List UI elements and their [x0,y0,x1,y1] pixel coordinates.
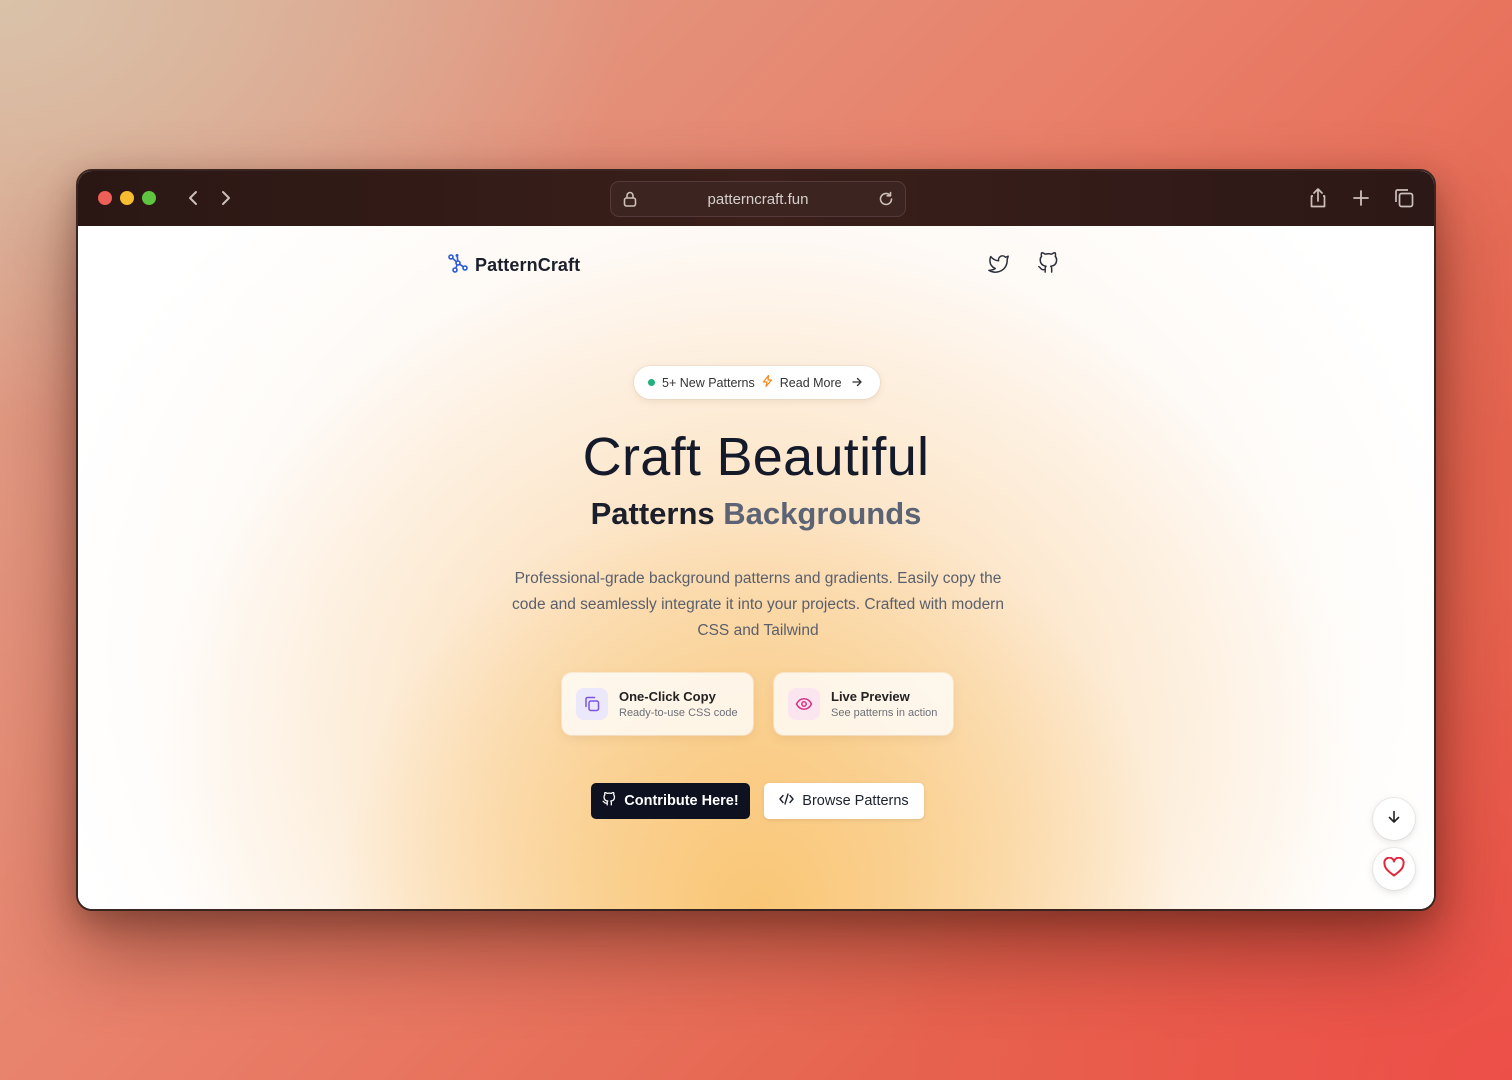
forward-icon[interactable] [214,186,238,210]
lightning-icon [762,374,773,390]
address-bar[interactable]: patterncraft.fun [610,181,906,217]
contribute-button-label: Contribute Here! [624,793,739,809]
hero-title: Craft Beautiful [582,427,930,487]
browse-button-label: Browse Patterns [802,793,909,809]
new-tab-icon[interactable] [1349,186,1373,210]
hero-subtitle-main: Patterns [590,496,715,531]
logo-text: PatternCraft [475,255,581,275]
arrow-down-icon [1387,810,1401,829]
feature-title: Live Preview [831,689,910,704]
github-icon [602,791,616,810]
badge-new-text: 5+ New Patterns [662,375,755,390]
scroll-down-button[interactable] [1373,798,1415,840]
read-more-link[interactable]: Read More [780,376,842,390]
reload-icon[interactable] [877,190,895,212]
hero-description: Professional-grade background patterns a… [512,570,1004,639]
feature-subtitle: Ready-to-use CSS code [619,707,738,719]
contribute-button[interactable]: Contribute Here! [591,783,750,819]
status-dot [648,379,655,386]
twitter-icon[interactable] [988,252,1010,274]
minimize-window-button[interactable] [120,191,134,205]
lock-icon [621,190,639,212]
feature-card-preview: Live Preview See patterns in action [774,673,953,735]
close-window-button[interactable] [98,191,112,205]
browse-patterns-button[interactable]: Browse Patterns [764,783,924,819]
feature-title: One-Click Copy [619,689,716,704]
browser-window: patterncraft.fun PatternCraft 5+ New Pat… [76,169,1436,911]
tab-overview-icon[interactable] [1392,186,1416,210]
code-icon [779,793,794,809]
site-logo[interactable]: PatternCraft [448,253,580,278]
feature-subtitle: See patterns in action [831,707,938,719]
url-text: patterncraft.fun [707,190,809,208]
share-icon[interactable] [1306,186,1330,210]
favorite-button[interactable] [1373,848,1415,890]
feature-card-copy: One-Click Copy Ready-to-use CSS code [562,673,753,735]
arrow-right-icon [851,376,862,390]
logo-icon [448,253,468,278]
page-content: PatternCraft 5+ New Patterns Read More C… [78,226,1434,909]
hero-subtitle-alt: Backgrounds [723,496,922,531]
eye-icon [788,688,820,720]
hero-subtitle: Patterns Backgrounds [78,496,1434,532]
announcement-badge[interactable]: 5+ New Patterns Read More [634,366,880,399]
copy-icon [576,688,608,720]
heart-icon [1383,856,1405,882]
back-icon[interactable] [181,186,205,210]
github-icon[interactable] [1037,252,1059,274]
browser-titlebar: patterncraft.fun [78,171,1434,226]
maximize-window-button[interactable] [142,191,156,205]
